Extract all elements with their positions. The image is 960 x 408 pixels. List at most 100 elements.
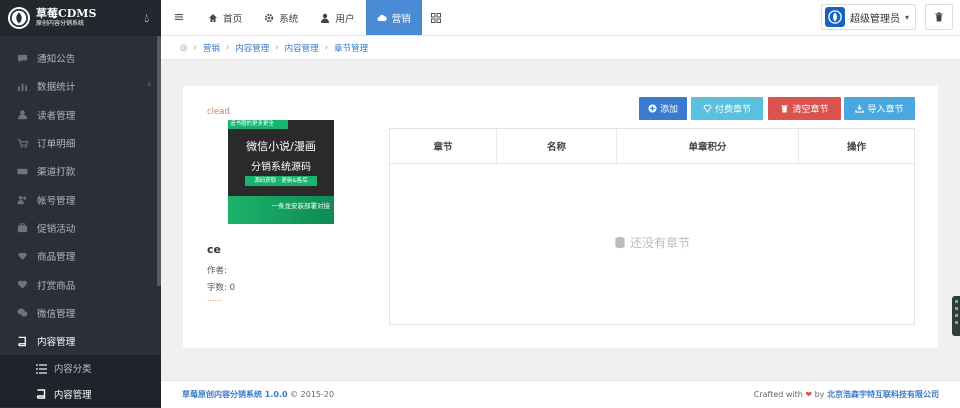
nav-users[interactable]: 用户 xyxy=(309,0,365,35)
breadcrumb-separator: › xyxy=(193,42,197,53)
sidebar-scrollbar[interactable] xyxy=(157,36,161,286)
footer-by: by xyxy=(814,390,825,399)
user-menu[interactable]: 超级管理员 ▾ xyxy=(820,4,916,30)
sidebar-item-label: 渠道打款 xyxy=(37,167,76,179)
gear-icon xyxy=(265,13,274,22)
footer-company-link[interactable]: 北京浩森宇特互联科技有限公司 xyxy=(827,390,939,399)
users-icon xyxy=(16,194,28,206)
sidebar-item-wechat[interactable]: 微信管理 xyxy=(0,299,161,327)
bar-chart-icon xyxy=(16,80,28,92)
book-word-count: 字数: 0 xyxy=(207,283,235,293)
brand-title: 草莓CDMS xyxy=(36,7,97,21)
grid-icon[interactable] xyxy=(422,0,450,35)
trash-icon xyxy=(781,105,789,113)
breadcrumb-separator: › xyxy=(225,42,230,53)
paid-chapter-button[interactable]: 付费章节 xyxy=(691,97,763,120)
column-header-chapter[interactable]: 章节 xyxy=(390,129,497,163)
add-chapter-label: 添加 xyxy=(659,105,678,115)
nav-marketing[interactable]: 营销 xyxy=(365,0,422,35)
sidebar-item-stats[interactable]: 数据统计 ‹ xyxy=(0,72,161,100)
import-chapters-button[interactable]: 导入章节 xyxy=(844,97,915,120)
book-more: ...... xyxy=(207,294,223,303)
briefcase-icon xyxy=(16,222,28,234)
breadcrumb-item[interactable]: 章节管理 xyxy=(334,42,368,54)
sidebar-item-label: 微信管理 xyxy=(37,308,76,320)
breadcrumb-item[interactable]: 内容管理 xyxy=(235,42,269,54)
sidebar-item-products[interactable]: 商品管理 xyxy=(0,242,161,270)
menu-toggle-icon[interactable]: ≡ xyxy=(161,0,197,35)
sidebar-item-notice[interactable]: 通知公告 xyxy=(0,44,161,72)
sidebar-subitem-label: 内容分类 xyxy=(54,364,92,376)
map-marker-icon[interactable]: ◎ xyxy=(180,43,187,53)
footer: 草莓原创内容分销系统 1.0.0 © 2015-20 Crafted with … xyxy=(161,380,960,408)
book-icon xyxy=(36,389,47,400)
table-header: 章节 名称 单章积分 操作 xyxy=(390,129,914,164)
nav-home[interactable]: 首页 xyxy=(197,0,253,35)
clear-chapters-label: 清空章节 xyxy=(792,105,829,115)
side-widget-handle[interactable] xyxy=(952,296,960,336)
sidebar-item-promotions[interactable]: 促销活动 xyxy=(0,214,161,242)
footer-brand-link[interactable]: 草莓原创内容分销系统 1.0.0 xyxy=(182,390,288,399)
keyboard-icon xyxy=(16,165,28,177)
sidebar-item-accounts[interactable]: 帐号管理 xyxy=(0,185,161,213)
breadcrumb-separator: › xyxy=(275,42,279,53)
sidebar-item-label: 数据统计 xyxy=(37,82,76,94)
sidebar-item-label: 促销活动 xyxy=(37,223,76,235)
column-header-name[interactable]: 名称 xyxy=(497,129,617,163)
nav-system[interactable]: 系统 xyxy=(253,0,309,35)
database-icon xyxy=(615,236,625,249)
paid-chapter-label: 付费章节 xyxy=(714,105,751,115)
drop-icon[interactable]: 💧︎ xyxy=(144,11,149,26)
add-chapter-button[interactable]: 添加 xyxy=(639,97,687,120)
book-tag: clead xyxy=(207,107,230,117)
breadcrumb-item[interactable]: 营销 xyxy=(203,42,220,54)
cover-line3: 源码获取 · 更新&售后 xyxy=(245,176,317,186)
chevron-left-icon: ‹ xyxy=(147,80,151,91)
heart-icon: ❤ xyxy=(805,390,813,399)
breadcrumb-separator: › xyxy=(324,42,329,53)
sidebar-item-payout[interactable]: 渠道打款 xyxy=(0,157,161,185)
footer-crafted: Crafted with xyxy=(753,390,803,399)
clear-chapters-button[interactable]: 清空章节 xyxy=(768,97,841,120)
column-header-actions[interactable]: 操作 xyxy=(799,129,914,163)
brand-subtitle: 原创内容分销系统 xyxy=(36,20,85,28)
sidebar-item-tips[interactable]: 打赏商品 xyxy=(0,270,161,298)
sidebar-item-label: 通知公告 xyxy=(37,54,76,66)
sidebar-item-label: 内容管理 xyxy=(37,337,76,349)
book-author: 作者: xyxy=(207,266,227,276)
cover-line1: 微信小说/漫画 xyxy=(246,140,316,153)
book-title: ce xyxy=(207,243,221,256)
caret-down-icon: ▾ xyxy=(904,12,909,22)
sidebar-item-orders[interactable]: 订单明细 xyxy=(0,129,161,157)
breadcrumb-item[interactable]: 内容管理 xyxy=(285,42,319,54)
chapter-panel: clead 追书圈的更多更全 微信小说/漫画 分销系统源码 源码获取 · 更新&… xyxy=(183,86,938,348)
trash-button[interactable] xyxy=(925,4,953,30)
sidebar-item-content[interactable]: 内容管理 xyxy=(0,327,161,355)
cover-line2: 分销系统源码 xyxy=(251,162,311,173)
user-icon xyxy=(321,13,330,23)
book-cover[interactable]: 追书圈的更多更全 微信小说/漫画 分销系统源码 源码获取 · 更新&售后 一条龙… xyxy=(228,120,334,224)
list-icon xyxy=(36,363,47,374)
avatar xyxy=(824,7,845,27)
empty-state-text: 还没有章节 xyxy=(629,236,690,250)
nav-marketing-label: 营销 xyxy=(391,13,411,25)
sidebar-subitem-content[interactable]: 内容管理 xyxy=(0,381,161,408)
diamond-icon xyxy=(16,250,28,262)
nav-users-label: 用户 xyxy=(335,13,355,25)
footer-copyright: © 2015-20 xyxy=(290,390,335,399)
brand[interactable]: 草莓CDMS 原创内容分销系统 💧︎ xyxy=(0,0,161,36)
sidebar-item-label: 商品管理 xyxy=(37,252,76,264)
column-header-points[interactable]: 单章积分 xyxy=(617,129,799,163)
download-icon xyxy=(855,104,865,113)
sidebar-item-label: 订单明细 xyxy=(37,139,76,151)
plus-circle-icon xyxy=(648,104,657,113)
cloud-icon xyxy=(377,14,387,21)
topbar: ≡ 首页 系统 用户 营销 超级管理员 ▾ xyxy=(161,0,960,36)
cover-line4: 一条龙安装部署对接 xyxy=(271,202,331,210)
sidebar-subitem-categories[interactable]: 内容分类 xyxy=(0,355,161,382)
sidebar-item-label: 读者管理 xyxy=(37,110,76,122)
home-icon xyxy=(209,13,217,22)
chapter-table: 章节 名称 单章积分 操作 还没有章节 xyxy=(389,128,915,325)
nav-home-label: 首页 xyxy=(223,13,243,25)
sidebar-item-readers[interactable]: 读者管理 xyxy=(0,101,161,129)
